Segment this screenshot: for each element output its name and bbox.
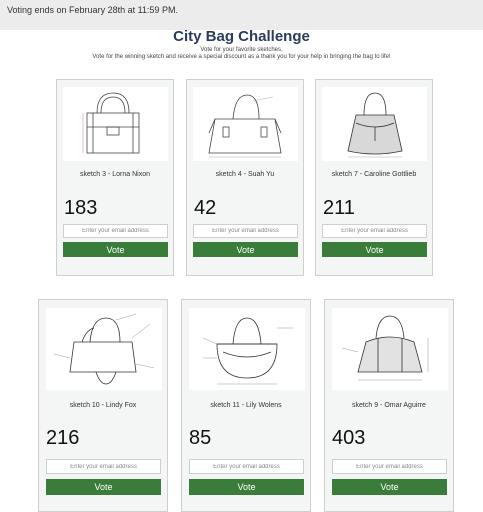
page-header: City Bag Challenge Vote for your favorit…	[0, 24, 483, 60]
vote-count: 211	[323, 197, 355, 219]
vote-count: 216	[46, 427, 80, 449]
email-field[interactable]	[332, 459, 447, 474]
vote-button[interactable]: Vote	[193, 242, 298, 257]
voting-deadline-notice: Voting ends on February 28th at 11:59 PM…	[7, 5, 178, 15]
round-bag-sketch-icon	[189, 308, 305, 390]
vote-button[interactable]: Vote	[332, 479, 447, 495]
page-description: Vote for the winning sketch and receive …	[92, 54, 391, 60]
tote-bag-sketch-icon	[63, 87, 168, 161]
page-subtitle: Vote for your favorite sketches.	[200, 47, 283, 53]
dome-bag-sketch-icon	[332, 308, 448, 390]
vote-button[interactable]: Vote	[322, 242, 427, 257]
email-field[interactable]	[46, 459, 161, 474]
email-field[interactable]	[189, 459, 304, 474]
sketch-caption: sketch 4 - Suah Yu	[215, 171, 275, 178]
sketch-caption: sketch 10 - Lindy Fox	[69, 402, 137, 409]
vote-count: 403	[332, 427, 366, 449]
sketch-card: sketch 9 - Omar Aguirre 403 Vote	[324, 299, 454, 512]
vote-button[interactable]: Vote	[189, 479, 304, 495]
vote-count: 183	[64, 197, 98, 219]
email-field[interactable]	[322, 224, 427, 238]
satchel-bag-sketch-icon	[193, 87, 298, 161]
sketch-card: sketch 11 - Lily Wolens 85 Vote	[181, 299, 311, 512]
email-field[interactable]	[193, 224, 298, 238]
annotated-bag-sketch-icon	[46, 308, 162, 390]
page-title: City Bag Challenge	[173, 28, 310, 45]
sketch-caption: sketch 11 - Lily Wolens	[210, 402, 282, 409]
sketch-card: sketch 3 - Lorna Nixon 183 Vote	[56, 79, 174, 276]
email-field[interactable]	[63, 224, 168, 238]
vote-button[interactable]: Vote	[46, 479, 161, 495]
sketch-caption: sketch 7 - Caroline Gottlieb	[331, 171, 417, 178]
vote-button[interactable]: Vote	[63, 242, 168, 257]
sketch-card: sketch 7 - Caroline Gottlieb 211 Vote	[315, 79, 433, 276]
sketch-card: sketch 10 - Lindy Fox 216 Vote	[38, 299, 168, 512]
vote-count: 85	[189, 427, 212, 449]
vote-count: 42	[194, 197, 217, 219]
bucket-bag-sketch-icon	[322, 87, 427, 161]
sketch-card: sketch 4 - Suah Yu 42 Vote	[186, 79, 304, 276]
sketch-caption: sketch 3 - Lorna Nixon	[79, 171, 151, 178]
sketch-caption: sketch 9 - Omar Aguirre	[352, 402, 426, 409]
